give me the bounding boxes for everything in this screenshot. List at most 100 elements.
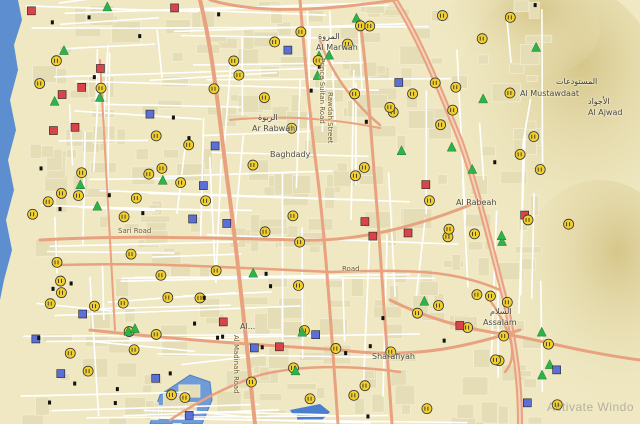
restaurant-icon[interactable] xyxy=(128,344,140,356)
restaurant-icon[interactable] xyxy=(412,307,423,319)
restaurant-icon[interactable] xyxy=(143,168,155,180)
mosque-icon[interactable] xyxy=(250,343,259,353)
mosque-icon[interactable] xyxy=(311,330,320,339)
restaurant-icon[interactable] xyxy=(76,167,88,179)
restaurant-icon[interactable] xyxy=(118,211,130,223)
restaurant-icon[interactable] xyxy=(155,269,167,281)
hospital-icon[interactable] xyxy=(170,3,179,13)
restaurant-icon[interactable] xyxy=(51,55,62,67)
restaurant-icon[interactable] xyxy=(490,354,501,366)
mosque-icon[interactable] xyxy=(199,181,208,190)
hospital-icon[interactable] xyxy=(275,342,284,352)
school-icon[interactable] xyxy=(92,75,96,80)
mosque-icon[interactable] xyxy=(188,214,197,224)
school-icon[interactable] xyxy=(113,401,117,406)
restaurant-icon[interactable] xyxy=(471,289,483,301)
restaurant-icon[interactable] xyxy=(208,83,220,95)
restaurant-icon[interactable] xyxy=(150,130,162,142)
restaurant-icon[interactable] xyxy=(200,195,211,207)
restaurant-icon[interactable] xyxy=(450,81,462,93)
school-icon[interactable] xyxy=(115,387,119,392)
restaurant-icon[interactable] xyxy=(435,119,446,131)
hospital-icon[interactable] xyxy=(368,231,378,241)
restaurant-icon[interactable] xyxy=(501,296,513,308)
school-icon[interactable] xyxy=(58,207,62,212)
hospital-icon[interactable] xyxy=(77,83,87,92)
school-icon[interactable] xyxy=(533,3,537,8)
restaurant-icon[interactable] xyxy=(358,162,370,173)
map-viewport[interactable]: المروة Al Marwah المستودعات Al Mustawdaa… xyxy=(0,0,640,424)
mosque-icon[interactable] xyxy=(151,373,161,383)
restaurant-icon[interactable] xyxy=(433,300,444,311)
restaurant-icon[interactable] xyxy=(429,77,441,89)
restaurant-icon[interactable] xyxy=(528,131,540,142)
school-icon[interactable] xyxy=(138,34,142,39)
restaurant-icon[interactable] xyxy=(166,389,177,401)
restaurant-icon[interactable] xyxy=(504,11,516,23)
restaurant-icon[interactable] xyxy=(56,287,67,299)
restaurant-icon[interactable] xyxy=(384,101,396,113)
school-icon[interactable] xyxy=(264,271,268,276)
restaurant-icon[interactable] xyxy=(55,275,66,287)
school-icon[interactable] xyxy=(48,400,52,405)
restaurant-icon[interactable] xyxy=(522,214,534,226)
school-icon[interactable] xyxy=(344,351,348,356)
hospital-icon[interactable] xyxy=(360,217,370,226)
restaurant-icon[interactable] xyxy=(437,10,448,21)
restaurant-icon[interactable] xyxy=(543,338,554,350)
restaurant-icon[interactable] xyxy=(246,376,257,388)
restaurant-icon[interactable] xyxy=(82,365,94,377)
mosque-icon[interactable] xyxy=(552,365,561,375)
hospital-icon[interactable] xyxy=(96,64,105,73)
restaurant-icon[interactable] xyxy=(150,329,162,340)
restaurant-icon[interactable] xyxy=(228,55,240,67)
hospital-icon[interactable] xyxy=(57,90,67,99)
restaurant-icon[interactable] xyxy=(42,196,54,208)
restaurant-icon[interactable] xyxy=(34,78,46,89)
restaurant-icon[interactable] xyxy=(269,36,281,48)
hospital-icon[interactable] xyxy=(455,321,465,330)
mosque-icon[interactable] xyxy=(394,78,404,87)
restaurant-icon[interactable] xyxy=(498,330,510,342)
school-icon[interactable] xyxy=(202,295,206,300)
restaurant-icon[interactable] xyxy=(424,195,435,207)
school-icon[interactable] xyxy=(493,160,497,165)
restaurant-icon[interactable] xyxy=(304,393,316,405)
restaurant-icon[interactable] xyxy=(563,218,575,230)
restaurant-icon[interactable] xyxy=(258,92,270,104)
school-icon[interactable] xyxy=(366,414,370,419)
mosque-icon[interactable] xyxy=(222,219,232,228)
restaurant-icon[interactable] xyxy=(514,148,526,160)
mosque-icon[interactable] xyxy=(283,45,293,55)
hospital-icon[interactable] xyxy=(70,122,80,132)
restaurant-icon[interactable] xyxy=(294,236,306,248)
mosque-icon[interactable] xyxy=(184,411,194,420)
restaurant-icon[interactable] xyxy=(485,290,496,302)
restaurant-icon[interactable] xyxy=(447,104,459,116)
school-icon[interactable] xyxy=(69,281,73,286)
restaurant-icon[interactable] xyxy=(476,33,488,45)
school-icon[interactable] xyxy=(51,286,55,291)
school-icon[interactable] xyxy=(364,119,368,124)
school-icon[interactable] xyxy=(141,211,145,216)
restaurant-icon[interactable] xyxy=(348,389,360,401)
restaurant-icon[interactable] xyxy=(51,256,63,268)
hospital-icon[interactable] xyxy=(218,317,228,327)
school-icon[interactable] xyxy=(168,371,172,376)
restaurant-icon[interactable] xyxy=(183,139,195,151)
school-icon[interactable] xyxy=(87,15,91,20)
school-icon[interactable] xyxy=(381,316,385,321)
restaurant-icon[interactable] xyxy=(125,248,137,260)
school-icon[interactable] xyxy=(309,88,313,93)
restaurant-icon[interactable] xyxy=(210,265,222,277)
restaurant-icon[interactable] xyxy=(233,69,245,81)
restaurant-icon[interactable] xyxy=(175,177,187,189)
restaurant-icon[interactable] xyxy=(27,208,39,220)
restaurant-icon[interactable] xyxy=(330,343,342,354)
restaurant-icon[interactable] xyxy=(95,82,107,94)
restaurant-icon[interactable] xyxy=(179,392,191,404)
restaurant-icon[interactable] xyxy=(349,88,361,100)
mosque-icon[interactable] xyxy=(210,141,220,151)
restaurant-icon[interactable] xyxy=(73,190,84,202)
restaurant-icon[interactable] xyxy=(56,187,67,199)
